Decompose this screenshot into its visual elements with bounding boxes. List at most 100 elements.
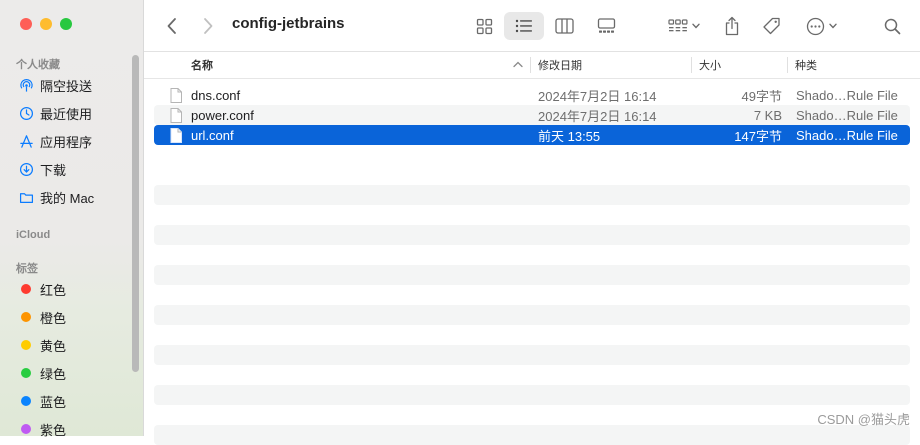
sidebar-item-downloads[interactable]: 下载 [18, 158, 66, 180]
green-tag-dot [21, 368, 31, 378]
file-row[interactable]: dns.conf 2024年7月2日 16:14 49字节 Shado…Rule… [154, 85, 910, 105]
sidebar-item-label: 应用程序 [40, 134, 93, 150]
file-kind: Shado…Rule File [796, 127, 898, 143]
list-view-button[interactable] [504, 12, 544, 40]
empty-row-stripe [154, 265, 910, 285]
chevron-down-icon [828, 23, 837, 29]
empty-row-stripe [154, 185, 910, 205]
orange-tag-dot [21, 312, 31, 322]
file-row[interactable]: power.conf 2024年7月2日 16:14 7 KB Shado…Ru… [154, 105, 910, 125]
empty-row-stripe [154, 425, 910, 445]
sidebar-item-label: 我的 Mac [40, 190, 95, 206]
file-size: 7 KB [753, 107, 782, 123]
download-icon [18, 161, 34, 177]
file-icon [170, 85, 182, 105]
gallery-icon [597, 18, 615, 33]
sort-ascending-icon [513, 61, 523, 68]
column-kind[interactable]: 种类 [795, 52, 817, 78]
sidebar-item-my-mac[interactable]: 我的 Mac [18, 186, 94, 208]
sidebar-tag-orange[interactable]: 橙色 [18, 306, 66, 328]
clock-icon [18, 105, 34, 121]
blue-tag-dot [21, 396, 31, 406]
file-kind: Shado…Rule File [796, 107, 898, 123]
group-by-button[interactable] [662, 12, 706, 40]
favorites-section-title: 个人收藏 [16, 59, 60, 71]
more-icon [806, 17, 824, 35]
file-icon [170, 125, 182, 145]
zoom-button[interactable] [60, 18, 72, 30]
column-view-button[interactable] [548, 12, 580, 40]
minimize-button[interactable] [40, 18, 52, 30]
applications-icon [18, 133, 34, 149]
close-button[interactable] [20, 18, 32, 30]
icon-view-button[interactable] [468, 12, 500, 40]
gallery-view-button[interactable] [590, 12, 622, 40]
share-button[interactable] [718, 12, 746, 40]
empty-row-stripe [154, 345, 910, 365]
watermark: CSDN @猫头虎 [817, 412, 910, 427]
column-modified-label: 修改日期 [538, 60, 582, 72]
column-name-label: 名称 [191, 60, 213, 72]
purple-tag-dot [21, 424, 31, 434]
chevron-left-icon [167, 18, 176, 34]
tag-label: 绿色 [40, 366, 67, 382]
action-menu-button[interactable] [800, 12, 842, 40]
columns-icon [554, 18, 574, 34]
sidebar: 个人收藏 隔空投送 最近使用 应用程序 下载 我的 Mac iCloud 标签 … [0, 0, 144, 438]
icloud-section-title: iCloud [16, 229, 51, 241]
back-button[interactable] [160, 12, 184, 40]
tag-label: 黄色 [40, 338, 67, 354]
forward-button[interactable] [196, 12, 220, 40]
airdrop-icon [18, 77, 34, 93]
sidebar-item-label: 下载 [40, 162, 67, 178]
sidebar-scrollbar[interactable] [132, 55, 139, 372]
file-name: url.conf [191, 127, 234, 143]
column-header: 名称 修改日期 大小 种类 [144, 52, 920, 79]
empty-row-stripe [154, 305, 910, 325]
tag-label: 橙色 [40, 310, 67, 326]
empty-row-stripe [154, 385, 910, 405]
share-icon [725, 16, 739, 36]
sidebar-tag-blue[interactable]: 蓝色 [18, 390, 66, 412]
group-icon [668, 19, 688, 32]
tag-label: 红色 [40, 282, 67, 298]
window-title: config-jetbrains [232, 15, 345, 32]
sidebar-tag-purple[interactable]: 紫色 [18, 418, 66, 440]
file-row-selected[interactable]: url.conf 前天 13:55 147字节 Shado…Rule File [154, 125, 910, 145]
file-kind: Shado…Rule File [796, 87, 898, 103]
sidebar-item-applications[interactable]: 应用程序 [18, 130, 92, 152]
column-modified[interactable]: 修改日期 [538, 52, 582, 78]
list-icon [515, 19, 532, 33]
sidebar-tag-yellow[interactable]: 黄色 [18, 334, 66, 356]
file-name: power.conf [191, 107, 254, 123]
chevron-down-icon [692, 23, 700, 29]
sidebar-item-recents[interactable]: 最近使用 [18, 102, 92, 124]
file-modified: 2024年7月2日 16:14 [538, 88, 657, 104]
folder-icon [18, 189, 34, 205]
sidebar-item-airdrop[interactable]: 隔空投送 [18, 74, 92, 96]
search-icon [884, 18, 900, 34]
column-size-label: 大小 [699, 60, 721, 72]
file-size: 147字节 [734, 128, 782, 144]
grid-icon [476, 18, 492, 34]
file-name: dns.conf [191, 87, 241, 103]
tags-button[interactable] [756, 12, 786, 40]
file-size: 49字节 [741, 88, 782, 104]
toolbar: config-jetbrains [144, 0, 920, 52]
red-tag-dot [21, 284, 31, 294]
tag-icon [762, 17, 780, 34]
tag-label: 蓝色 [40, 394, 67, 410]
column-size[interactable]: 大小 [699, 52, 721, 78]
file-icon [170, 105, 182, 125]
sidebar-tag-red[interactable]: 红色 [18, 278, 66, 300]
empty-row-stripe [154, 225, 910, 245]
yellow-tag-dot [21, 340, 31, 350]
search-button[interactable] [878, 12, 906, 40]
sidebar-tag-green[interactable]: 绿色 [18, 362, 66, 384]
column-name[interactable]: 名称 [191, 52, 213, 78]
column-kind-label: 种类 [795, 60, 817, 72]
sidebar-item-label: 隔空投送 [40, 78, 93, 94]
tags-section-title: 标签 [16, 263, 38, 275]
window-controls [20, 18, 72, 30]
file-modified: 前天 13:55 [538, 128, 601, 144]
